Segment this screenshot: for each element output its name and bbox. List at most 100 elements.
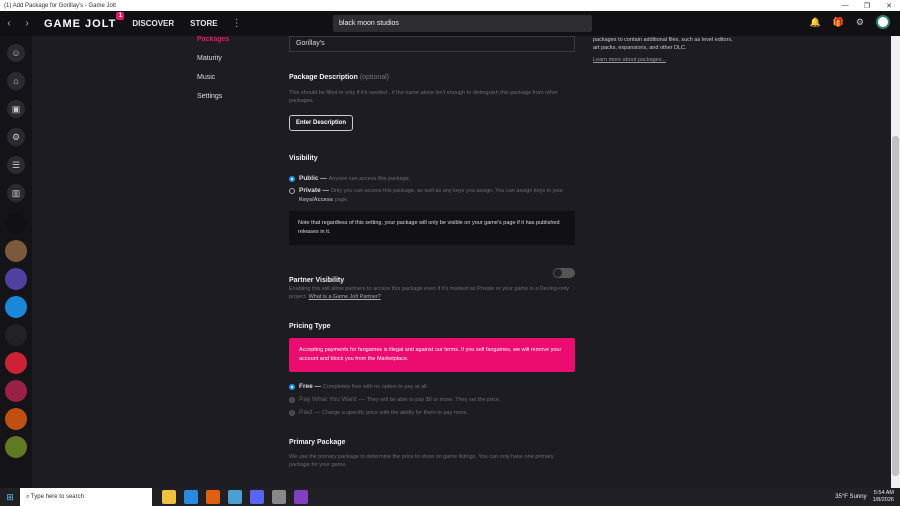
taskbar-search-input[interactable]: ⌕ Type here to search (20, 488, 152, 506)
package-description-heading: Package Description (optional) (289, 74, 575, 81)
paid-label: Paid — (299, 409, 321, 416)
gift-icon[interactable]: 🎁 (833, 17, 844, 28)
windows-taskbar: ⊞ ⌕ Type here to search 35°F Sunny 5:54 … (0, 488, 900, 506)
taskbar-app-icon[interactable] (228, 490, 242, 504)
discover-link[interactable]: DISCOVER (132, 19, 174, 28)
paid-radio[interactable] (289, 409, 295, 416)
keys-access-link[interactable]: Keys/Access (299, 197, 333, 203)
taskbar-app-icon[interactable] (184, 490, 198, 504)
followed-game-avatar[interactable] (5, 436, 27, 458)
enter-description-button[interactable]: Enter Description (289, 115, 354, 131)
system-tray: 35°F Sunny 5:54 AM 1/8/2026 (835, 488, 894, 506)
learn-more-link[interactable]: Learn more about packages... (593, 56, 733, 64)
clock-date: 1/8/2026 (872, 497, 894, 503)
pricing-paid-option[interactable]: Paid — Charge a specific price with the … (289, 408, 575, 417)
back-button[interactable]: ‹ (0, 18, 18, 29)
package-name-input[interactable]: Gorillay's (289, 36, 575, 52)
followed-game-avatar[interactable] (5, 240, 27, 262)
public-label: Public — (299, 175, 327, 182)
taskbar-app-icon[interactable] (250, 490, 264, 504)
windows-start-icon[interactable]: ⊞ (0, 492, 20, 503)
primary-package-heading: Primary Package (289, 439, 346, 446)
pwyw-desc: They will be able to pay $0 or more. The… (366, 397, 501, 403)
pricing-free-option[interactable]: Free — Completely free with no option to… (289, 382, 575, 391)
maximize-button[interactable]: ❐ (856, 2, 878, 10)
taskbar-app-icon[interactable] (162, 490, 176, 504)
appbar-actions: 🔔 🎁 ⚙ (809, 15, 890, 29)
free-radio[interactable] (289, 383, 295, 390)
activity-icon[interactable]: ☺ (7, 44, 25, 62)
window-titlebar: (1) Add Package for Gorillay's - Game Jo… (0, 0, 900, 11)
subnav-item-packages[interactable]: Packages (197, 36, 229, 43)
partner-visibility-toggle[interactable] (553, 268, 575, 278)
pwyw-label: Pay What You Want — (299, 396, 365, 403)
subnav-item-maturity[interactable]: Maturity (197, 55, 229, 62)
visibility-public-option[interactable]: Public — Anyone can access this package. (289, 174, 575, 183)
pricing-alert: Accepting payments for fangames is illeg… (289, 338, 575, 372)
clock[interactable]: 5:54 AM 1/8/2026 (873, 490, 894, 504)
pwyw-radio[interactable] (289, 396, 295, 403)
top-navbar: ‹ › GAME JOLT 1 DISCOVER STORE ⋮ 🔔 🎁 ⚙ (0, 11, 900, 36)
free-label: Free — (299, 383, 322, 390)
followed-game-avatar[interactable] (5, 212, 27, 234)
private-radio[interactable] (289, 187, 295, 194)
taskbar-apps (162, 490, 308, 504)
followed-game-avatar[interactable] (5, 296, 27, 318)
settings-icon[interactable]: ⚙ (856, 17, 864, 28)
desc-help: This should be filled in only if it's ne… (289, 90, 558, 104)
weather-widget[interactable]: 35°F Sunny (835, 494, 866, 500)
scrollbar-thumb[interactable] (892, 136, 899, 476)
free-desc: Completely free with no option to pay at… (322, 384, 429, 390)
package-subnav: Packages Maturity Music Settings (197, 36, 229, 112)
visibility-heading: Visibility (289, 155, 318, 162)
partner-visibility-row: Partner Visibility (289, 268, 575, 284)
private-tail: page. (334, 197, 349, 203)
taskbar-app-icon[interactable] (206, 490, 220, 504)
paid-desc: Charge a specific price with the ability… (322, 410, 468, 416)
followed-game-avatar[interactable] (5, 352, 27, 374)
user-avatar[interactable] (876, 15, 890, 29)
window-title: (1) Add Package for Gorillay's - Game Jo… (4, 2, 116, 9)
public-desc: Anyone can access this package. (328, 176, 411, 182)
chat-icon[interactable]: ☰ (7, 156, 25, 174)
minimize-button[interactable]: — (834, 2, 856, 9)
forward-button[interactable]: › (18, 18, 36, 29)
stats-icon[interactable]: ▥ (7, 184, 25, 202)
taskbar-app-icon[interactable] (294, 490, 308, 504)
home-icon[interactable]: ⌂ (7, 72, 25, 90)
partner-link[interactable]: What is a Game Jolt Partner? (309, 294, 381, 300)
visibility-private-option[interactable]: Private — Only you can access this packa… (289, 186, 575, 204)
taskbar-search-placeholder: Type here to search (30, 494, 84, 500)
followed-game-avatar[interactable] (5, 324, 27, 346)
visibility-note: Note that regardless of this setting, yo… (289, 211, 575, 245)
left-sidebar: ☺ ⌂ ▣ ⚙ ☰ ▥ (0, 36, 32, 488)
gamejolt-logo[interactable]: GAME JOLT 1 (44, 11, 125, 30)
taskbar-app-icon[interactable] (272, 490, 286, 504)
creator-icon[interactable]: ⚙ (7, 128, 25, 146)
followed-game-avatar[interactable] (5, 268, 27, 290)
more-menu-icon[interactable]: ⋮ (232, 18, 242, 29)
subnav-item-settings[interactable]: Settings (197, 93, 229, 100)
logo-text: GAME JOLT (44, 17, 117, 30)
page-scrollbar[interactable] (891, 36, 900, 488)
desc-title: Package Description (289, 74, 358, 81)
partner-visibility-heading: Partner Visibility (289, 277, 345, 284)
followed-game-avatar[interactable] (5, 408, 27, 430)
pricing-pwyw-option[interactable]: Pay What You Want — They will be able to… (289, 395, 575, 404)
subnav-item-music[interactable]: Music (197, 74, 229, 81)
followed-game-avatar[interactable] (5, 380, 27, 402)
pricing-type-heading: Pricing Type (289, 323, 331, 330)
private-desc: Only you can access this package, as wel… (330, 188, 564, 194)
right-help-column: packages to contain additional files, su… (593, 36, 733, 64)
close-window-button[interactable]: ✕ (878, 2, 900, 10)
bell-icon[interactable]: 🔔 (809, 17, 820, 28)
public-radio[interactable] (289, 175, 295, 182)
search-input[interactable] (333, 15, 592, 32)
notification-badge: 1 (116, 11, 125, 20)
packages-help-text: packages to contain additional files, su… (593, 37, 733, 51)
main-content: Packages Maturity Music Settings Gorilla… (32, 36, 891, 488)
clock-time: 5:54 AM (873, 490, 894, 496)
library-icon[interactable]: ▣ (7, 100, 25, 118)
primary-help: We use the primary package to determine … (289, 454, 554, 468)
store-link[interactable]: STORE (190, 19, 217, 28)
